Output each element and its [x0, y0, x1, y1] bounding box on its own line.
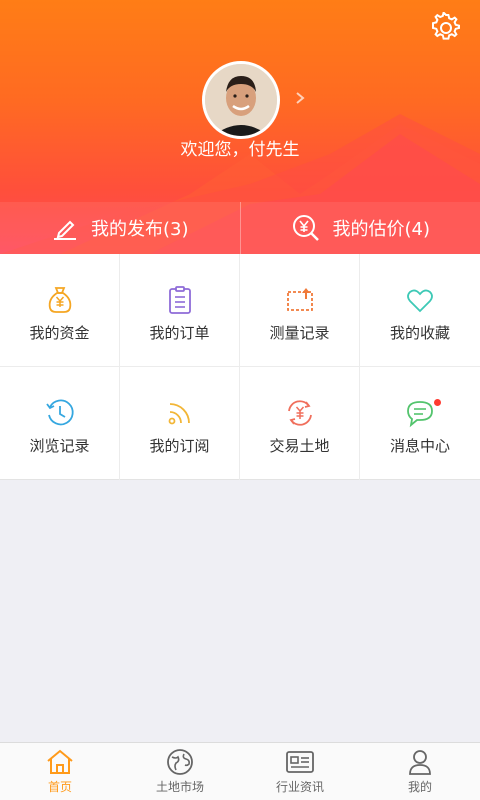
menu-item-label: 测量记录	[269, 324, 330, 342]
unread-badge	[434, 399, 441, 406]
menu-item-subscriptions[interactable]: 我的订阅	[120, 367, 240, 480]
tab-label: 首页	[47, 780, 72, 794]
menu-item-measure-records[interactable]: 测量记录	[240, 254, 360, 367]
tab-land-market[interactable]: 土地市场	[120, 743, 240, 800]
feature-grid: 我的资金 我的订单 测量记录 我的收藏 浏览记录 我的订阅 交易土地 消息中心	[0, 254, 480, 480]
measure-icon	[286, 288, 313, 311]
menu-item-label: 我的资金	[29, 324, 90, 342]
menu-item-funds[interactable]: 我的资金	[0, 254, 120, 367]
history-icon	[45, 399, 74, 426]
rss-icon	[168, 403, 190, 425]
stats-bar: 我的发布(3) 我的估价(4)	[0, 202, 480, 254]
menu-item-history[interactable]: 浏览记录	[0, 367, 120, 480]
avatar[interactable]	[202, 61, 280, 139]
user-icon	[409, 750, 431, 775]
bottom-tab-bar: 首页 土地市场 行业资讯 我的	[0, 742, 480, 800]
chevron-right-icon[interactable]	[292, 88, 308, 108]
message-icon	[407, 401, 433, 428]
menu-item-label: 交易土地	[269, 437, 330, 455]
money-bag-icon	[48, 287, 71, 313]
edit-icon	[54, 220, 76, 240]
profile-header: 欢迎您，付先生 我的发布(3) 我的估价(4)	[0, 0, 480, 254]
my-valuations-button[interactable]: 我的估价(4)	[239, 202, 480, 254]
my-posts-label: 我的发布(3)	[91, 219, 189, 240]
heart-icon	[407, 289, 433, 313]
menu-item-label: 浏览记录	[29, 437, 90, 455]
home-icon	[47, 749, 73, 774]
menu-item-orders[interactable]: 我的订单	[120, 254, 240, 367]
menu-item-label: 我的订阅	[149, 437, 210, 455]
tab-industry-news[interactable]: 行业资讯	[240, 743, 360, 800]
menu-item-favorites[interactable]: 我的收藏	[360, 254, 480, 367]
menu-item-messages[interactable]: 消息中心	[360, 367, 480, 480]
settings-gear-icon[interactable]	[430, 10, 462, 44]
valuation-icon	[292, 215, 319, 241]
menu-item-label: 我的订单	[149, 324, 210, 342]
my-valuations-label: 我的估价(4)	[332, 219, 431, 240]
tab-label: 行业资讯	[275, 780, 324, 794]
tab-label: 土地市场	[155, 780, 204, 794]
globe-icon	[167, 749, 193, 775]
tab-label: 我的	[407, 780, 432, 794]
clipboard-icon	[168, 286, 191, 314]
my-posts-button[interactable]: 我的发布(3)	[0, 202, 240, 254]
welcome-text: 欢迎您，付先生	[180, 140, 300, 160]
menu-item-trade-land[interactable]: 交易土地	[240, 367, 360, 480]
menu-item-label: 我的收藏	[389, 324, 450, 342]
tab-home[interactable]: 首页	[0, 743, 120, 800]
tab-mine[interactable]: 我的	[360, 743, 480, 800]
news-icon	[286, 751, 314, 773]
exchange-icon	[287, 400, 312, 426]
menu-item-label: 消息中心	[389, 437, 450, 455]
